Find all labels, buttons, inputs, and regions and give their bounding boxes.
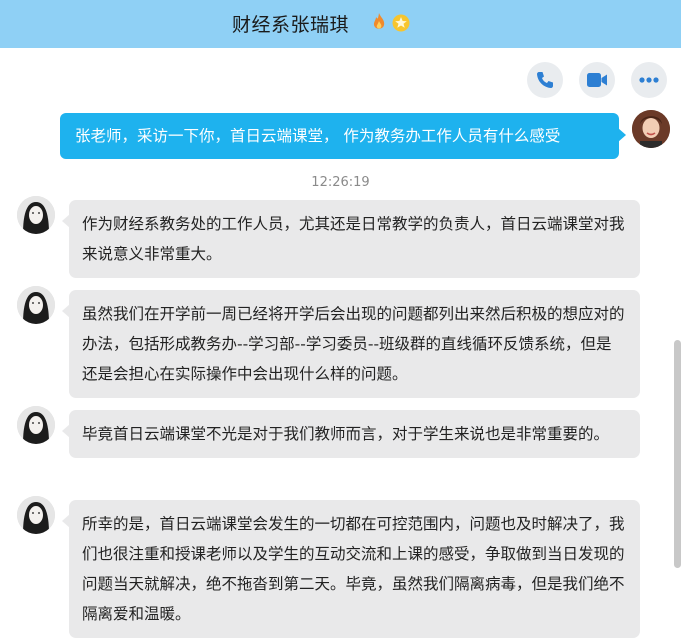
chat-actions <box>527 62 667 98</box>
outgoing-message[interactable]: 张老师，采访一下你，首日云端课堂， 作为教务办工作人员有什么感受 <box>60 113 626 159</box>
phone-icon <box>537 72 553 88</box>
title-badges <box>369 11 411 33</box>
contact-avatar[interactable] <box>17 406 55 444</box>
incoming-message[interactable]: 所幸的是，首日云端课堂会发生的一切都在可控范围内，问题也及时解决了，我们也很注重… <box>62 500 640 638</box>
contact-avatar[interactable] <box>17 196 55 234</box>
contact-photo-icon <box>17 496 55 534</box>
message-timestamp: 12:26:19 <box>311 175 370 190</box>
voice-call-button[interactable] <box>527 62 563 98</box>
my-avatar[interactable] <box>632 110 670 148</box>
contact-photo-icon <box>17 196 55 234</box>
chat-title: 财经系张瑞琪 <box>232 14 350 36</box>
contact-photo-icon <box>17 406 55 444</box>
video-call-button[interactable] <box>579 62 615 98</box>
chat-scrollbar[interactable] <box>674 340 681 568</box>
star-badge-icon <box>392 14 410 32</box>
incoming-message[interactable]: 毕竟首日云端课堂不光是对于我们教师而言，对于学生来说也是非常重要的。 <box>62 410 640 458</box>
contact-avatar[interactable] <box>17 496 55 534</box>
incoming-message[interactable]: 作为财经系教务处的工作人员，尤其还是日常教学的负责人，首日云端课堂对我来说意义非… <box>62 200 640 278</box>
chat-header: 财经系张瑞琪 <box>0 0 681 48</box>
contact-photo-icon <box>17 286 55 324</box>
contact-avatar[interactable] <box>17 286 55 324</box>
video-camera-icon <box>587 73 607 87</box>
user-photo-icon <box>632 110 670 148</box>
more-options-button[interactable] <box>631 62 667 98</box>
incoming-message[interactable]: 虽然我们在开学前一周已经将开学后会出现的问题都列出来然后积极的想应对的办法，包括… <box>62 290 640 398</box>
more-icon <box>639 77 659 83</box>
fire-badge-icon <box>373 13 385 29</box>
